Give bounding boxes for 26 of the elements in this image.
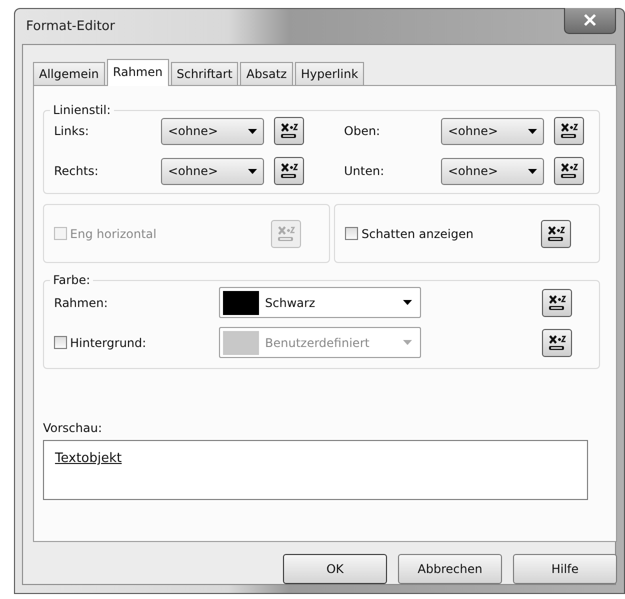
color-dropdown[interactable]: Schwarz [219, 287, 421, 318]
preview-label: Vorschau: [43, 421, 104, 435]
field-label: Links: [54, 124, 90, 138]
dropdown[interactable]: <ohne> [161, 158, 264, 184]
dialog-button[interactable]: Abbrechen [398, 554, 502, 584]
tab[interactable]: Schriftart [170, 62, 238, 85]
field-label: Unten: [344, 164, 386, 178]
dialog-button[interactable]: OK [283, 554, 387, 584]
dialog-button[interactable]: Hilfe [513, 554, 617, 584]
dropdown[interactable]: <ohne> [161, 118, 264, 144]
preview-text: Textobjekt [55, 451, 122, 466]
group-title: Farbe: [52, 273, 92, 287]
field-label: Rechts: [54, 164, 100, 178]
checkbox-label: Hintergrund: [70, 336, 146, 350]
group-title: Linienstil: [52, 103, 112, 117]
tab[interactable]: Hyperlink [294, 62, 364, 85]
tab[interactable]: Rahmen [106, 59, 169, 86]
field-label: Oben: [344, 124, 382, 138]
tab[interactable]: Absatz [240, 62, 293, 85]
dropdown[interactable]: <ohne> [441, 158, 544, 184]
field-label: Rahmen: [54, 296, 109, 310]
tab[interactable]: Allgemein [33, 62, 105, 85]
window-title: Format-Editor [25, 19, 115, 34]
checkbox-label: Eng horizontal [70, 226, 156, 240]
dropdown[interactable]: <ohne> [441, 118, 544, 144]
checkbox-label: Schatten anzeigen [361, 226, 474, 240]
